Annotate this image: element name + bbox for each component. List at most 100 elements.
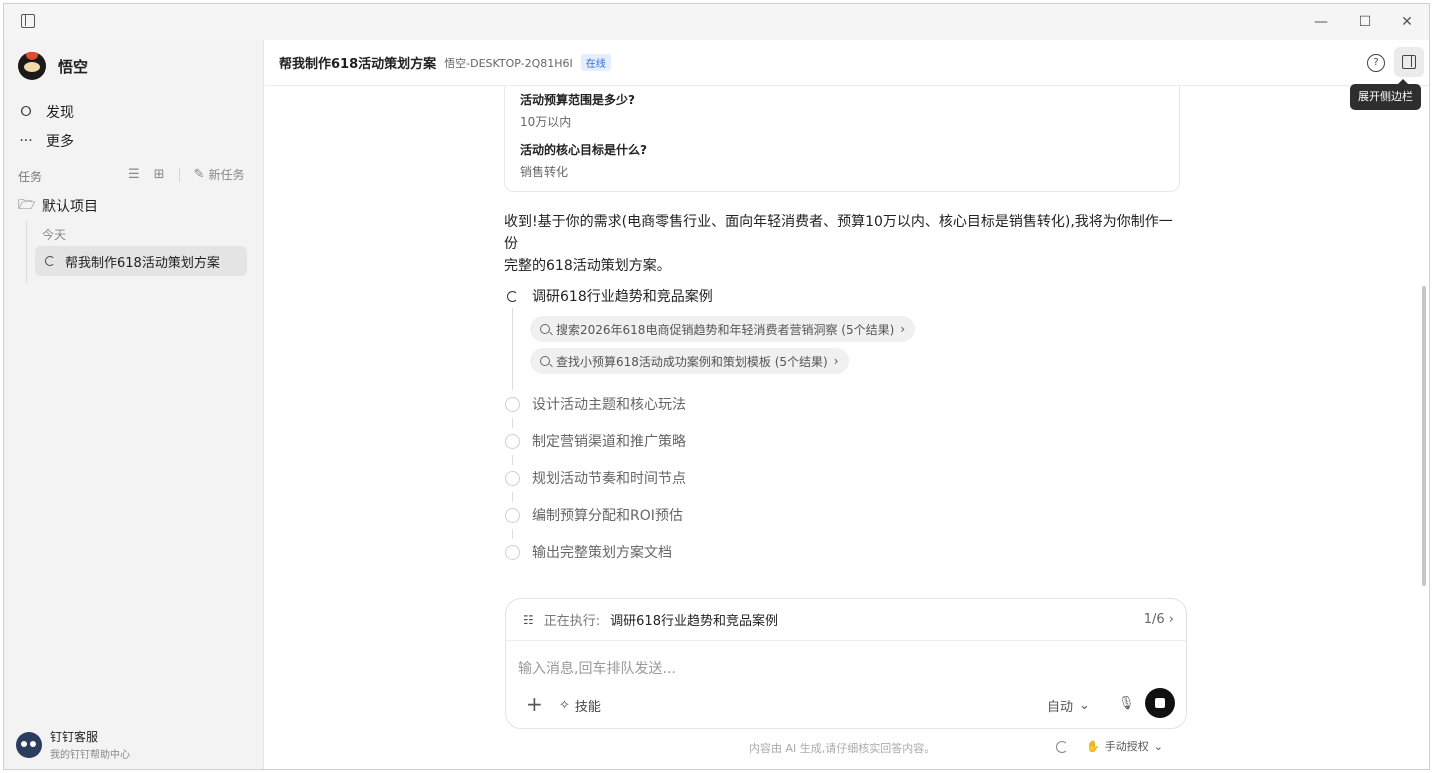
mode-select[interactable]: 自动 ⌄ <box>1047 696 1090 715</box>
loading-spinner-icon <box>45 256 55 266</box>
pending-circle-icon <box>505 433 520 449</box>
chevron-right-icon: › <box>833 354 839 368</box>
scrollbar[interactable] <box>1421 86 1427 596</box>
sidebar-panel-icon <box>1402 55 1416 69</box>
plan-step: 设计活动主题和核心玩法 <box>505 394 686 414</box>
step-label: 制定营销渠道和推广策略 <box>532 434 686 450</box>
pending-circle-icon <box>505 507 520 523</box>
help-icon[interactable]: ? <box>1367 54 1385 72</box>
task-item-label: 帮我制作618活动策划方案 <box>65 255 220 271</box>
minimize-button[interactable]: — <box>1311 12 1331 32</box>
authorization-select[interactable]: ✋ 手动授权 ⌄ <box>1086 738 1163 754</box>
tooltip: 展开侧边栏 <box>1350 79 1421 110</box>
status-badge: 在线 <box>580 54 611 71</box>
exec-count: 1/6 <box>1143 612 1165 627</box>
step-connector <box>512 492 513 502</box>
support-avatar <box>16 731 42 758</box>
chevron-down-icon: ⌄ <box>1153 739 1163 753</box>
exec-progress: 1/6 › <box>1144 612 1174 627</box>
plan-step: 输出完整策划方案文档 <box>505 542 672 562</box>
qa-answer: 销售转化 <box>520 165 569 179</box>
search-result-chip[interactable]: 搜索2026年618电商促销趋势和年轻消费者营销洞察 (5个结果) › <box>530 316 916 342</box>
today-label: 今天 <box>42 228 67 242</box>
reply-line: 收到!基于你的需求(电商零售行业、面向年轻消费者、预算10万以内、核心目标是销售… <box>504 214 1173 252</box>
loading-spinner-icon <box>1056 741 1068 753</box>
project-default[interactable]: 🗁 默认项目 <box>18 194 98 218</box>
qa-card: 活动预算范围是多少? 10万以内 活动的核心目标是什么? 销售转化 <box>504 86 1180 192</box>
ai-disclaimer: 内容由 AI 生成,请仔细核实回答内容。 <box>749 742 936 755</box>
search-chip-label: 搜索2026年618电商促销趋势和年轻消费者营销洞察 (5个结果) <box>556 322 895 337</box>
pending-circle-icon <box>505 396 520 412</box>
puzzle-icon: ✧ <box>559 698 570 713</box>
search-result-chip[interactable]: 查找小预算618活动成功案例和策划模板 (5个结果) › <box>530 348 849 374</box>
chat-title: 帮我制作618活动策划方案 <box>279 57 437 72</box>
pending-circle-icon <box>505 470 520 486</box>
step-label: 编制预算分配和ROI预估 <box>532 508 683 524</box>
stop-icon <box>1155 698 1165 708</box>
support-entry[interactable]: 钉钉客服 我的钉钉帮助中心 <box>16 728 130 761</box>
toolbar-divider <box>178 167 180 182</box>
qa-question: 活动的核心目标是什么? <box>520 143 647 157</box>
step-connector <box>512 455 513 465</box>
support-name: 钉钉客服 <box>50 730 99 744</box>
collapse-sidebar-icon[interactable] <box>21 14 35 28</box>
step-label: 设计活动主题和核心玩法 <box>532 397 686 413</box>
tasks-section-label: 任务 <box>18 170 43 184</box>
title-bar: — ☐ ✕ <box>4 4 1429 40</box>
new-folder-icon[interactable]: ⊞ <box>154 167 165 182</box>
step-connector <box>512 529 513 539</box>
exec-task: 调研618行业趋势和竞品案例 <box>610 614 778 629</box>
plan-step: 编制预算分配和ROI预估 <box>505 505 683 525</box>
close-button[interactable]: ✕ <box>1397 12 1417 32</box>
nav-item-label: 更多 <box>46 134 74 150</box>
microphone-icon[interactable]: 🎙 <box>1118 696 1135 711</box>
new-task-button[interactable]: ✎ 新任务 <box>194 166 245 183</box>
more-icon: ··· <box>19 133 33 149</box>
device-name: 悟空-DESKTOP-2Q81H6I <box>444 56 573 70</box>
planet-icon: ⭘ <box>20 104 32 120</box>
support-subtitle: 我的钉钉帮助中心 <box>50 750 130 761</box>
pending-circle-icon <box>505 544 520 560</box>
nav-item-label: 发现 <box>46 105 74 121</box>
search-chip-label: 查找小预算618活动成功案例和策划模板 (5个结果) <box>556 354 828 369</box>
brand[interactable]: 悟空 <box>18 52 88 80</box>
edit-icon: ✎ <box>193 167 205 182</box>
message-input[interactable] <box>518 659 1158 679</box>
step-connector <box>512 418 513 428</box>
scrollbar-thumb[interactable] <box>1422 286 1426 586</box>
tree-line <box>26 220 27 284</box>
project-label: 默认项目 <box>42 199 98 215</box>
expand-sidebar-button[interactable] <box>1394 47 1424 77</box>
composer: ☷ 正在执行: 调研618行业趋势和竞品案例 1/6 › + ✧ 技能 自动 ⌄… <box>505 598 1187 729</box>
chevron-down-icon: ⌄ <box>1079 698 1090 713</box>
qa-answer: 10万以内 <box>520 115 572 129</box>
sidebar: 悟空 ⭘ 发现 ··· 更多 任务 ☰ ⊞ ✎ 新任务 🗁 默认项目 今天 帮我… <box>4 40 264 769</box>
step-connector <box>512 308 513 390</box>
stop-button[interactable] <box>1145 688 1175 718</box>
filter-icon[interactable]: ☰ <box>128 167 140 182</box>
step-label: 调研618行业趋势和竞品案例 <box>532 289 713 305</box>
reply-line: 完整的618活动策划方案。 <box>504 258 671 274</box>
plan-step-active: 调研618行业趋势和竞品案例 <box>505 286 713 306</box>
execution-status-bar[interactable]: ☷ 正在执行: 调研618行业趋势和竞品案例 1/6 › <box>506 599 1186 641</box>
add-attachment-button[interactable]: + <box>526 694 543 714</box>
assistant-reply: 收到!基于你的需求(电商零售行业、面向年轻消费者、预算10万以内、核心目标是销售… <box>504 211 1184 277</box>
nav-item-more[interactable]: ··· 更多 <box>18 131 74 151</box>
step-label: 输出完整策划方案文档 <box>532 545 672 561</box>
wukong-logo-icon <box>18 52 46 80</box>
task-item-active[interactable]: 帮我制作618活动策划方案 <box>35 246 247 276</box>
auth-value: 手动授权 <box>1104 740 1149 753</box>
nav-item-discover[interactable]: ⭘ 发现 <box>18 102 74 122</box>
hand-icon: ✋ <box>1086 739 1100 753</box>
skills-label: 技能 <box>574 700 601 715</box>
new-task-label: 新任务 <box>208 168 245 182</box>
search-icon <box>540 324 550 334</box>
mode-value: 自动 <box>1047 700 1074 715</box>
qa-question: 活动预算范围是多少? <box>520 93 635 107</box>
maximize-button[interactable]: ☐ <box>1355 12 1375 32</box>
chevron-right-icon: › <box>1168 612 1174 627</box>
task-toolbar: ☰ ⊞ ✎ 新任务 <box>128 166 244 183</box>
skills-button[interactable]: ✧ 技能 <box>559 696 601 715</box>
exec-label: 正在执行: <box>543 614 601 629</box>
app-window: — ☐ ✕ 悟空 ⭘ 发现 ··· 更多 任务 ☰ ⊞ ✎ 新任务 🗁 默认项目… <box>3 3 1430 770</box>
